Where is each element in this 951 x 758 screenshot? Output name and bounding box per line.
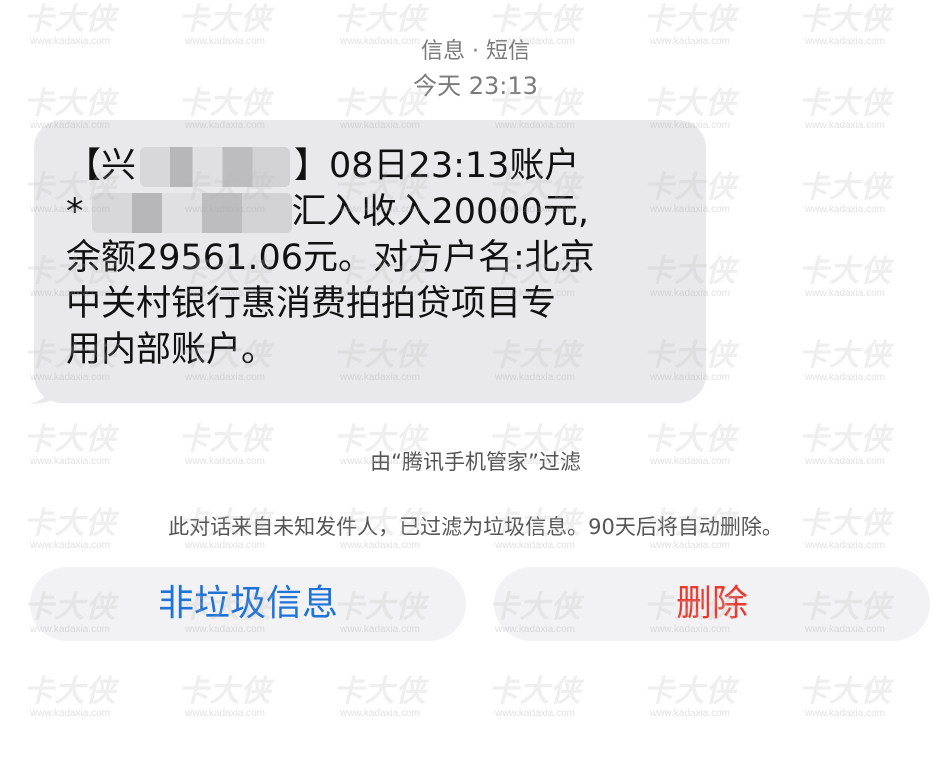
message-line-2: * 汇入收入20000元, [66,189,676,235]
message-body: 【兴 】08日23:13账户 * 汇入收入20000元, 余额29561.06元。对… [66,143,676,373]
conversation-title: 信息 · 短信 [421,39,530,64]
watermark-stamp: 卡大侠www.kadaxia.com [798,254,892,300]
watermark-stamp: 卡大侠www.kadaxia.com [940,592,951,636]
watermark-stamp: 卡大侠www.kadaxia.com [940,676,951,720]
watermark-stamp: 卡大侠www.kadaxia.com [940,340,951,384]
message-line-1: 【兴 】08日23:13账户 [66,143,676,189]
watermark-stamp: 卡大侠www.kadaxia.com [798,170,892,216]
message-text-segment: 汇入收入20000元, [291,192,589,232]
message-line-4: 中关村银行惠消费拍拍贷项目专 [66,284,557,324]
redacted-block [91,193,292,233]
watermark-stamp: 卡大侠www.kadaxia.com [643,674,737,720]
watermark-stamp: 卡大侠www.kadaxia.com [940,172,951,216]
delete-button[interactable]: 删除 [494,567,930,641]
bubble-tail [30,374,62,404]
filter-source-note: 由“腾讯手机管家”过滤 [370,450,581,474]
watermark-stamp: 卡大侠www.kadaxia.com [488,674,582,720]
message-line-3: 余额29561.06元。对方户名:北京 [66,238,595,278]
message-text-segment: 【兴 [66,146,137,186]
watermark-stamp: 卡大侠www.kadaxia.com [178,674,272,720]
message-timestamp: 今天 23:13 [413,72,538,100]
junk-info-note: 此对话来自未知发件人，已过滤为垃圾信息。90天后将自动删除。 [168,515,783,539]
watermark-stamp: 卡大侠www.kadaxia.com [333,674,427,720]
watermark-stamp: 卡大侠www.kadaxia.com [798,338,892,384]
message-text-segment: 】08日23:13账户 [294,146,580,186]
not-junk-button[interactable]: 非垃圾信息 [30,567,466,641]
watermark-stamp: 卡大侠www.kadaxia.com [23,674,117,720]
message-text-segment: * [66,192,84,232]
redacted-block [140,147,291,187]
message-line-5: 用内部账户。 [66,330,277,370]
watermark-stamp: 卡大侠www.kadaxia.com [940,256,951,300]
watermark-stamp: 卡大侠www.kadaxia.com [798,674,892,720]
